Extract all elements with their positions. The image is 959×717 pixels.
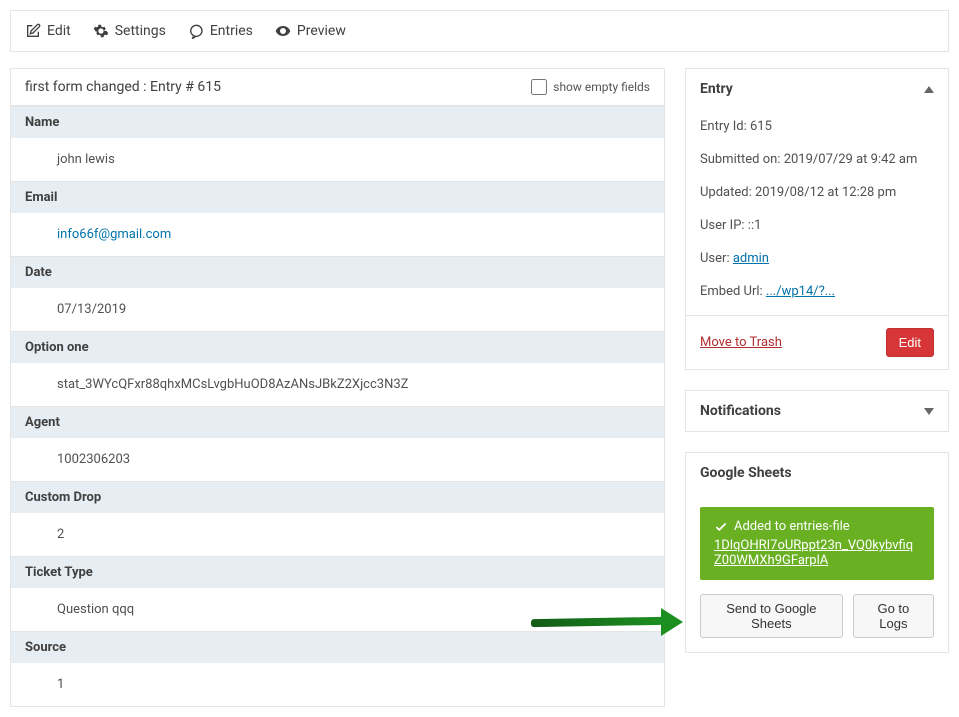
field-label: Ticket Type	[11, 556, 664, 588]
entry-id-label: Entry Id:	[700, 119, 747, 134]
field-label: Name	[11, 106, 664, 138]
submitted-value: 2019/07/29 at 9:42 am	[784, 152, 918, 167]
updated-label: Updated:	[700, 185, 752, 200]
field-label: Email	[11, 181, 664, 213]
field-label: Option one	[11, 331, 664, 363]
user-label: User:	[700, 251, 730, 266]
edit-icon	[25, 23, 41, 39]
show-empty-label: show empty fields	[553, 80, 650, 94]
top-action-bar: Edit Settings Entries Preview	[10, 10, 949, 52]
field-value: Question qqq	[11, 588, 664, 631]
check-icon	[714, 520, 728, 534]
field-value: stat_3WYcQFxr88qhxMCsLvgbHuOD8AzANsJBkZ2…	[11, 363, 664, 406]
edit-button[interactable]: Edit	[886, 328, 934, 357]
embed-link[interactable]: .../wp14/?...	[766, 284, 835, 299]
edit-link[interactable]: Edit	[25, 23, 71, 39]
field-label: Date	[11, 256, 664, 288]
userip-value: ::1	[748, 218, 762, 233]
field-value: 1002306203	[11, 438, 664, 481]
sheets-title: Google Sheets	[700, 465, 792, 481]
entry-title: first form changed : Entry # 615	[25, 79, 221, 95]
gear-icon	[93, 23, 109, 39]
submitted-label: Submitted on:	[700, 152, 780, 167]
settings-link[interactable]: Settings	[93, 23, 166, 39]
field-value: info66f@gmail.com	[11, 213, 664, 256]
entry-panel-header[interactable]: Entry	[686, 69, 948, 109]
entry-id-value: 615	[750, 119, 772, 134]
notifications-title: Notifications	[700, 403, 781, 419]
preview-link[interactable]: Preview	[275, 23, 346, 39]
entries-label: Entries	[210, 23, 253, 39]
preview-label: Preview	[297, 23, 346, 39]
move-to-trash-link[interactable]: Move to Trash	[700, 335, 782, 350]
user-link[interactable]: admin	[733, 251, 769, 266]
comment-icon	[188, 23, 204, 39]
notifications-header[interactable]: Notifications	[686, 391, 948, 431]
field-value: 1	[11, 663, 664, 706]
send-to-sheets-button[interactable]: Send to Google Sheets	[700, 594, 843, 638]
field-value: 07/13/2019	[11, 288, 664, 331]
field-value: 2	[11, 513, 664, 556]
sheets-success-box: Added to entries-file 1DlqOHRI7oURppt23n…	[700, 507, 934, 580]
sheets-added-text: Added to entries-file	[734, 519, 850, 534]
notifications-panel: Notifications	[685, 390, 949, 432]
show-empty-toggle[interactable]: show empty fields	[531, 79, 650, 95]
eye-icon	[275, 23, 291, 39]
updated-value: 2019/08/12 at 12:28 pm	[755, 185, 896, 200]
sheet-id-link[interactable]: 1DlqOHRI7oURppt23n_VQ0kybvfiqZ00WMXh9GFa…	[714, 538, 913, 568]
sheets-header[interactable]: Google Sheets	[686, 453, 948, 493]
edit-label: Edit	[47, 23, 71, 39]
entry-panel-title: Entry	[700, 81, 733, 97]
embed-label: Embed Url:	[700, 284, 763, 299]
field-label: Custom Drop	[11, 481, 664, 513]
settings-label: Settings	[115, 23, 166, 39]
entries-link[interactable]: Entries	[188, 23, 253, 39]
field-label: Source	[11, 631, 664, 663]
show-empty-checkbox[interactable]	[531, 79, 547, 95]
collapse-icon	[924, 86, 934, 93]
userip-label: User IP:	[700, 218, 745, 233]
field-label: Agent	[11, 406, 664, 438]
field-value: john lewis	[11, 138, 664, 181]
google-sheets-panel: Google Sheets Added to entries-file 1Dlq…	[685, 452, 949, 653]
go-to-logs-button[interactable]: Go to Logs	[853, 594, 934, 638]
entry-detail-card: first form changed : Entry # 615 show em…	[10, 68, 665, 707]
expand-icon	[924, 408, 934, 415]
email-link[interactable]: info66f@gmail.com	[57, 227, 171, 242]
entry-meta-panel: Entry Entry Id: 615 Submitted on: 2019/0…	[685, 68, 949, 370]
